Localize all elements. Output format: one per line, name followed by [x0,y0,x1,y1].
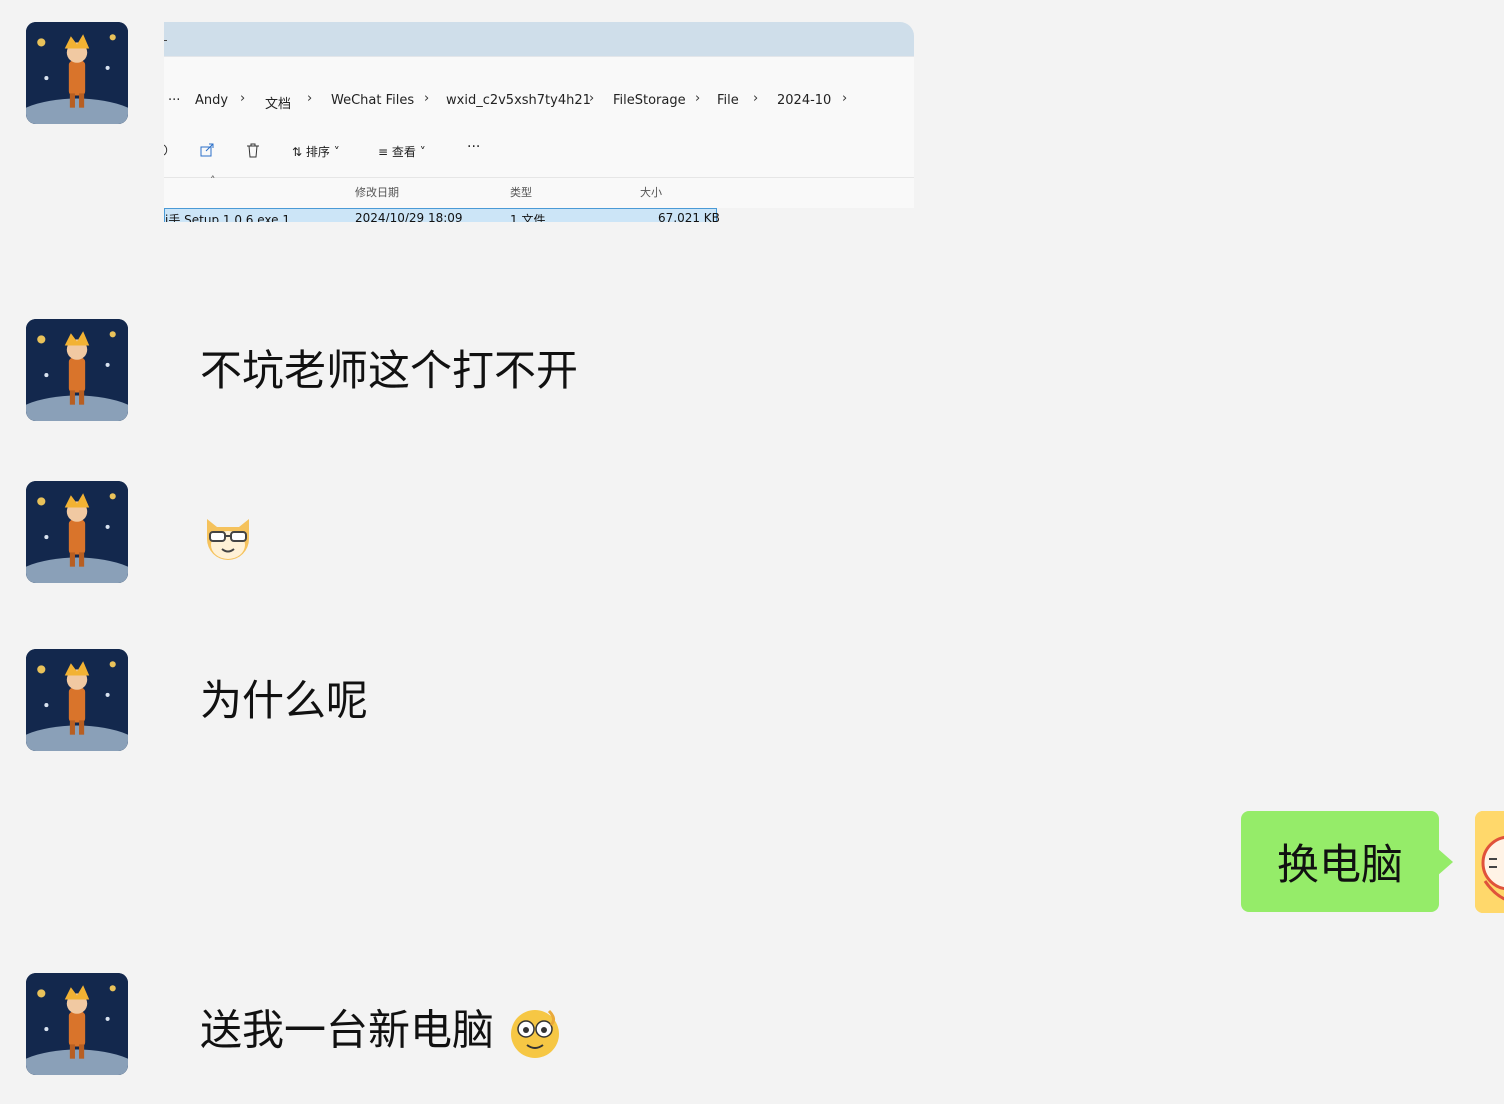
breadcrumb-item: File [717,93,739,108]
explorer-toolbar: ⇅ 排序 ˅ ≡ 查看 ˅ ··· [164,125,914,178]
message-text[interactable]: 送我一台新电脑 [200,1005,563,1061]
contact-avatar[interactable] [26,22,128,124]
view-label: 查看 [391,145,416,159]
chevron-right-icon: › [753,91,759,106]
sort-caret-icon: ˄ [210,174,216,187]
delete-icon [247,143,259,158]
column-type: 类型 [510,186,532,199]
contact-avatar[interactable] [26,649,128,751]
column-headers: ˄ 修改日期 类型 大小 [164,174,914,208]
drool-emoji-icon [511,1009,560,1058]
my-avatar[interactable] [1475,811,1504,913]
more-options-icon: ··· [467,139,481,155]
contact-avatar[interactable] [26,973,128,1075]
chevron-right-icon: › [424,91,430,106]
breadcrumb-item: FileStorage [613,93,686,108]
file-name: j手 Setup 1.0.6.exe.1 [165,213,290,222]
copy-icon [164,144,168,156]
window-titlebar [164,22,914,56]
breadcrumb-item: 2024-10 [777,93,832,108]
chevron-right-icon: › [307,91,313,106]
message-text[interactable]: 不坑老师这个打不开 [200,350,578,392]
sort-button: ⇅ 排序 ˅ [292,145,340,159]
breadcrumb: ··· Andy › 文档 › WeChat Files › wxid_c2v5… [164,56,914,126]
view-button: ≡ 查看 ˅ [378,145,426,159]
selected-file-row: j手 Setup 1.0.6.exe.1 2024/10/29 18:09 1 … [164,208,720,222]
chevron-right-icon: › [695,91,701,106]
chevron-right-icon: › [842,91,848,106]
file-type: 1 文件 [510,213,546,222]
chevron-right-icon: › [589,91,595,106]
file-size: 67,021 KB [658,211,720,222]
breadcrumb-item: Andy [195,93,229,108]
contact-avatar[interactable] [26,481,128,583]
contact-avatar[interactable] [26,319,128,421]
breadcrumb-item: 文档 [265,97,292,112]
avatar-image [26,649,128,751]
avatar-image [26,319,128,421]
column-modified: 修改日期 [355,186,399,199]
avatar-image [26,973,128,1075]
breadcrumb-item: wxid_c2v5xsh7ty4h21 [446,93,591,108]
chevron-right-icon: › [240,91,246,106]
share-icon [200,143,214,157]
message-text[interactable]: 为什么呢 [200,680,368,722]
outgoing-message-bubble[interactable]: 换电脑 [1241,811,1439,912]
sort-label: 排序 [305,145,330,159]
avatar-image [1475,811,1504,913]
breadcrumb-item: WeChat Files [331,93,415,108]
breadcrumb-overflow: ··· [168,93,181,108]
message-text-content: 送我一台新电脑 [200,1005,495,1055]
screenshot-image-message[interactable]: ··· Andy › 文档 › WeChat Files › wxid_c2v5… [164,22,914,222]
column-size: 大小 [640,186,662,199]
message-text: 换电脑 [1276,840,1403,889]
bubble-tail [1437,848,1453,876]
file-modified: 2024/10/29 18:09 [355,211,463,222]
cat-glasses-emoji-icon [207,519,249,560]
avatar-image [26,481,128,583]
avatar-image [26,22,128,124]
